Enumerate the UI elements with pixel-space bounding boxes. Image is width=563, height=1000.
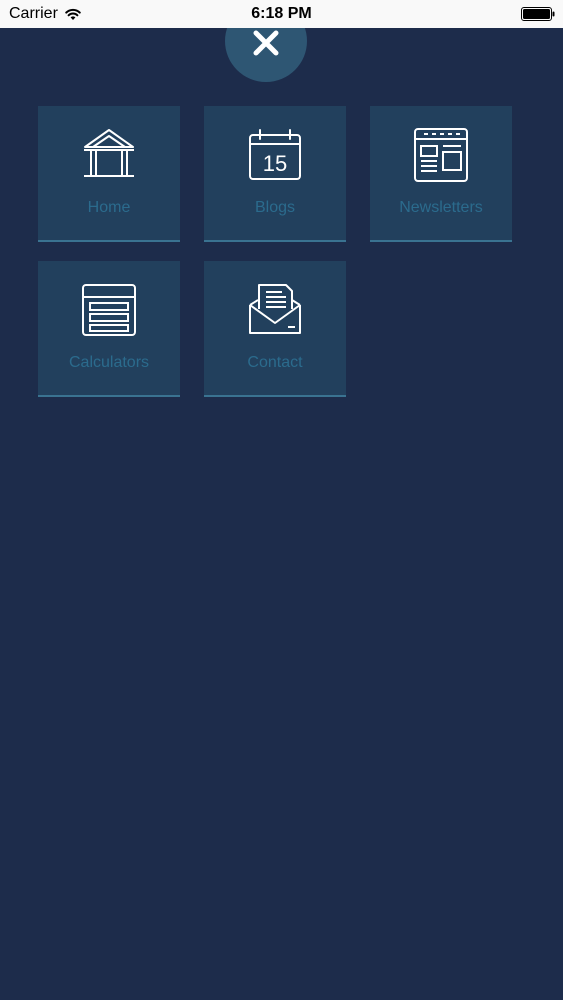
- menu-tile-label: Newsletters: [399, 199, 483, 216]
- menu-tile-blogs[interactable]: 15 Blogs: [204, 106, 346, 242]
- close-icon: [253, 30, 279, 56]
- menu-tile-contact[interactable]: Contact: [204, 261, 346, 397]
- clock-time: 6:18 PM: [251, 5, 312, 22]
- menu-tile-home[interactable]: Home: [38, 106, 180, 242]
- calendar-day-number: 15: [263, 151, 287, 176]
- battery-icon: [521, 7, 555, 21]
- menu-tile-label: Blogs: [254, 199, 296, 216]
- menu-tile-label: Calculators: [68, 354, 150, 371]
- status-bar: Carrier 6:18 PM: [0, 0, 563, 28]
- menu-tile-label: Contact: [247, 354, 303, 371]
- calculator-icon: [82, 284, 136, 336]
- calendar-icon: 15: [249, 129, 301, 180]
- envelope-letter-icon: [249, 284, 301, 334]
- newsletter-icon: [414, 128, 468, 182]
- home-building-icon: [84, 129, 134, 177]
- menu-tile-label: Home: [87, 199, 131, 216]
- menu-tile-calculators[interactable]: Calculators: [38, 261, 180, 397]
- menu-tile-newsletters[interactable]: Newsletters: [370, 106, 512, 242]
